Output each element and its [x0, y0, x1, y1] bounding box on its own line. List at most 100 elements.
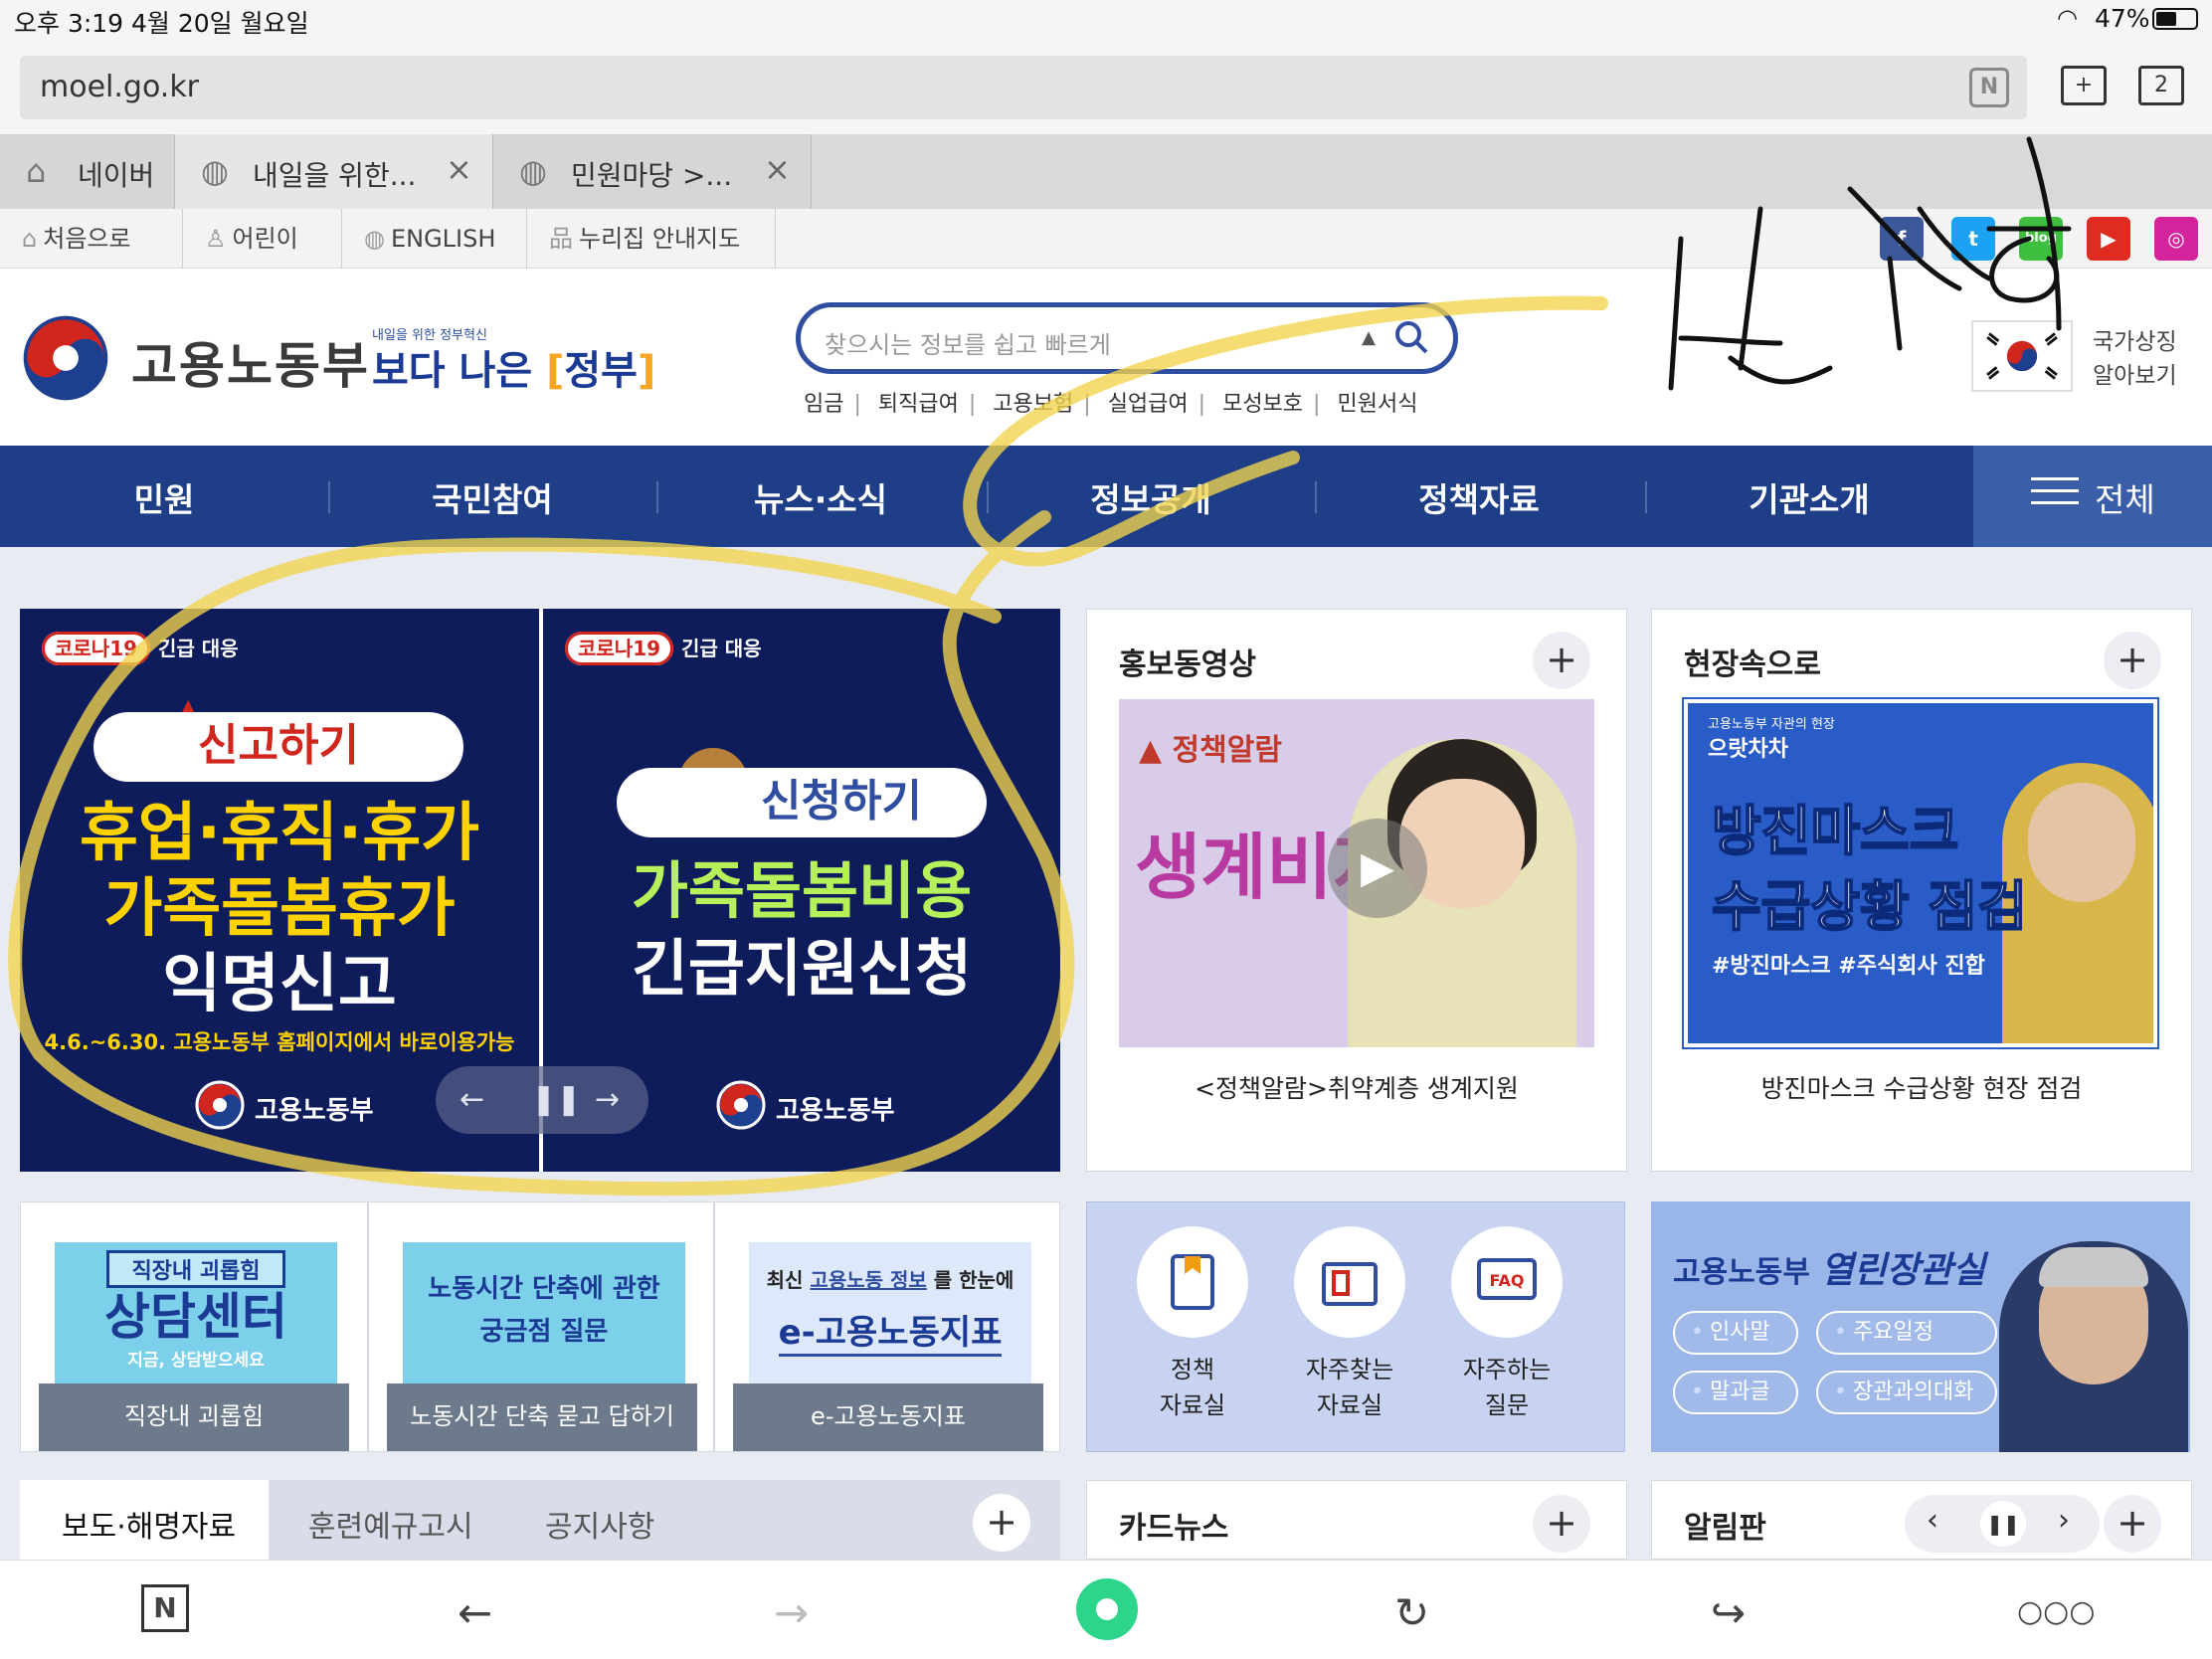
- quick-link-button[interactable]: 직장내 괴롭힘: [39, 1383, 349, 1451]
- office-button[interactable]: • 말과글: [1673, 1371, 1798, 1414]
- quick-link-worktime[interactable]: 노동시간 단축에 관한 궁금점 질문 노동시간 단축 묻고 답하기: [368, 1201, 714, 1452]
- field-caption[interactable]: 방진마스크 수급상황 현장 점검: [1652, 1069, 2191, 1105]
- tab-training[interactable]: 훈련예규고시: [308, 1502, 473, 1546]
- faq-icon[interactable]: FAQ: [1451, 1226, 1563, 1338]
- facebook-icon[interactable]: f: [1880, 217, 1924, 261]
- search-icon[interactable]: [1391, 317, 1431, 357]
- more-plus-button[interactable]: +: [1533, 632, 1590, 689]
- office-button[interactable]: • 인사말: [1673, 1311, 1798, 1355]
- search-input[interactable]: 찾으시는 정보를 쉽고 빠르게 ▲: [796, 302, 1458, 374]
- more-plus-button[interactable]: +: [1533, 1495, 1590, 1553]
- book-icon[interactable]: [1137, 1226, 1248, 1338]
- twitter-icon[interactable]: t: [1951, 217, 1995, 261]
- moel-logo-icon[interactable]: [20, 312, 111, 404]
- notice-controls: ‹ ❚❚ ›: [1905, 1495, 2100, 1553]
- green-dot-icon[interactable]: [1076, 1578, 1138, 1640]
- banner-line: 가족돌봄비용: [631, 854, 973, 927]
- caret-up-icon[interactable]: ▲: [1362, 327, 1376, 348]
- prev-arrow-icon[interactable]: ‹: [1927, 1503, 1938, 1538]
- flag-label[interactable]: 국가상징: [2093, 322, 2177, 356]
- prev-arrow-icon[interactable]: ←: [460, 1082, 484, 1117]
- util-sitemap[interactable]: 品 누리집 안내지도: [527, 209, 776, 269]
- nav-about[interactable]: 기관소개: [1645, 473, 1973, 521]
- flag-label[interactable]: 알아보기: [2093, 356, 2177, 390]
- keyword-link[interactable]: 민원서식: [1337, 392, 1417, 417]
- video-card: 홍보동영상 + ▲ 정책알람 생계비지원 ▶ <정책알람>취약계층 생계지원: [1086, 609, 1627, 1172]
- tab-label: 네이버: [78, 159, 155, 192]
- naver-n-icon[interactable]: N: [141, 1584, 189, 1632]
- tab-minwon[interactable]: ◍ 민원마당 >... ×: [493, 134, 812, 209]
- util-english[interactable]: ◍ ENGLISH: [342, 209, 527, 269]
- instagram-icon[interactable]: ◎: [2154, 217, 2198, 261]
- site-utility-bar: ⌂ 처음으로 ♙ 어린이 ◍ ENGLISH 品 누리집 안내지도 f t blog ▶…: [0, 209, 2212, 269]
- label-line: 자료실: [1316, 1391, 1383, 1419]
- play-icon[interactable]: ▶: [1328, 819, 1427, 918]
- folder-icon[interactable]: [1294, 1226, 1405, 1338]
- globe-icon: ◍: [364, 225, 385, 253]
- resource-label[interactable]: 자주찾는 자료실: [1280, 1352, 1419, 1423]
- tab-notice[interactable]: 공지사항: [545, 1502, 654, 1546]
- more-icon[interactable]: ○○○: [2017, 1594, 2096, 1629]
- field-thumbnail[interactable]: 고용노동부 자관의 현장 으랏차차 방진마스크 수급상황 점검 #방진마스크 #…: [1684, 699, 2157, 1047]
- more-plus-button[interactable]: +: [2104, 1495, 2161, 1553]
- slogan-part1: 보다 나은: [372, 348, 533, 394]
- naver-home-add-icon[interactable]: N: [1969, 68, 2009, 107]
- keyword-link[interactable]: 실업급여: [1108, 392, 1189, 417]
- office-button[interactable]: • 주요일정: [1816, 1311, 1997, 1355]
- refresh-icon[interactable]: ↻: [1394, 1588, 1429, 1637]
- next-arrow-icon[interactable]: →: [595, 1082, 620, 1117]
- close-icon[interactable]: ×: [446, 150, 472, 188]
- share-icon[interactable]: ↪: [1711, 1588, 1746, 1637]
- nav-disclosure[interactable]: 정보공개: [987, 473, 1315, 521]
- national-flag-icon[interactable]: [1971, 320, 2073, 392]
- more-plus-button[interactable]: +: [2104, 632, 2161, 689]
- keyword-link[interactable]: 고용보험: [993, 392, 1073, 417]
- blog-icon[interactable]: blog: [2019, 217, 2063, 261]
- nav-minwon[interactable]: 민원: [0, 473, 328, 521]
- next-arrow-icon[interactable]: ›: [2058, 1503, 2070, 1538]
- nav-participation[interactable]: 국민참여: [328, 473, 656, 521]
- office-button[interactable]: • 장관과의대화: [1816, 1371, 1997, 1414]
- press-tabs: 보도·해명자료 훈련예규고시 공지사항 +: [20, 1480, 1060, 1560]
- pause-icon[interactable]: ❚❚: [531, 1082, 581, 1117]
- site-title[interactable]: 고용노동부: [131, 326, 370, 398]
- tab-naver[interactable]: ⌂ 네이버: [0, 134, 175, 209]
- youtube-icon[interactable]: ▶: [2087, 217, 2130, 261]
- quick-link-indicator[interactable]: 최신 고용노동 정보 를 한눈에 e-고용노동지표 e-고용노동지표: [714, 1201, 1060, 1452]
- video-thumbnail[interactable]: ▲ 정책알람 생계비지원 ▶: [1119, 699, 1594, 1047]
- nav-all-button[interactable]: 전체: [1973, 446, 2212, 547]
- quick-link-button[interactable]: 노동시간 단축 묻고 답하기: [387, 1383, 697, 1451]
- badge-suffix: 긴급 대응: [681, 637, 762, 660]
- url-field[interactable]: moel.go.kr N: [20, 56, 2027, 119]
- tab-moel[interactable]: ◍ 내일을 위한... ×: [175, 134, 493, 209]
- thumb-tags: #방진마스크 #주식회사 진합: [1712, 954, 1985, 979]
- keyword-link[interactable]: 모성보호: [1222, 392, 1303, 417]
- corona-badge: 코로나19 긴급 대응: [565, 632, 762, 665]
- new-tab-icon[interactable]: +: [2061, 66, 2107, 105]
- moel-logo-icon: [716, 1080, 766, 1130]
- nav-news[interactable]: 뉴스·소식: [656, 473, 985, 521]
- resource-label[interactable]: 자주하는 질문: [1437, 1352, 1576, 1423]
- keyword-link[interactable]: 임금: [804, 392, 843, 417]
- quick-link-harassment[interactable]: 직장내 괴롭힘 상담센터 지금, 상담받으세요 직장내 괴롭힘: [20, 1201, 368, 1452]
- quick-link-button[interactable]: e-고용노동지표: [733, 1383, 1043, 1451]
- close-icon[interactable]: ×: [764, 150, 791, 188]
- slogan-bracket: [: [546, 348, 565, 394]
- nav-policy[interactable]: 정책자료: [1315, 473, 1643, 521]
- url-text: moel.go.kr: [40, 70, 200, 104]
- util-kids[interactable]: ♙ 어린이: [183, 209, 342, 269]
- util-home[interactable]: ⌂ 처음으로: [0, 209, 183, 269]
- resource-label[interactable]: 정책 자료실: [1123, 1352, 1262, 1423]
- thumb-badge-text: 정책알람: [1172, 733, 1282, 768]
- pause-icon[interactable]: ❚❚: [1980, 1501, 2026, 1547]
- tab-count-icon[interactable]: 2: [2138, 66, 2184, 105]
- more-plus-button[interactable]: +: [973, 1494, 1030, 1552]
- worktime-image: 노동시간 단축에 관한 궁금점 질문: [403, 1242, 685, 1383]
- keyword-link[interactable]: 퇴직급여: [878, 392, 959, 417]
- forward-arrow-icon[interactable]: →: [774, 1588, 809, 1637]
- video-caption[interactable]: <정책알람>취약계층 생계지원: [1087, 1069, 1626, 1105]
- tab-press[interactable]: 보도·해명자료: [20, 1480, 269, 1560]
- thumb-line: 수급상황 점검: [1711, 874, 2028, 939]
- globe-icon: ◍: [519, 152, 547, 190]
- back-arrow-icon[interactable]: ←: [458, 1588, 492, 1637]
